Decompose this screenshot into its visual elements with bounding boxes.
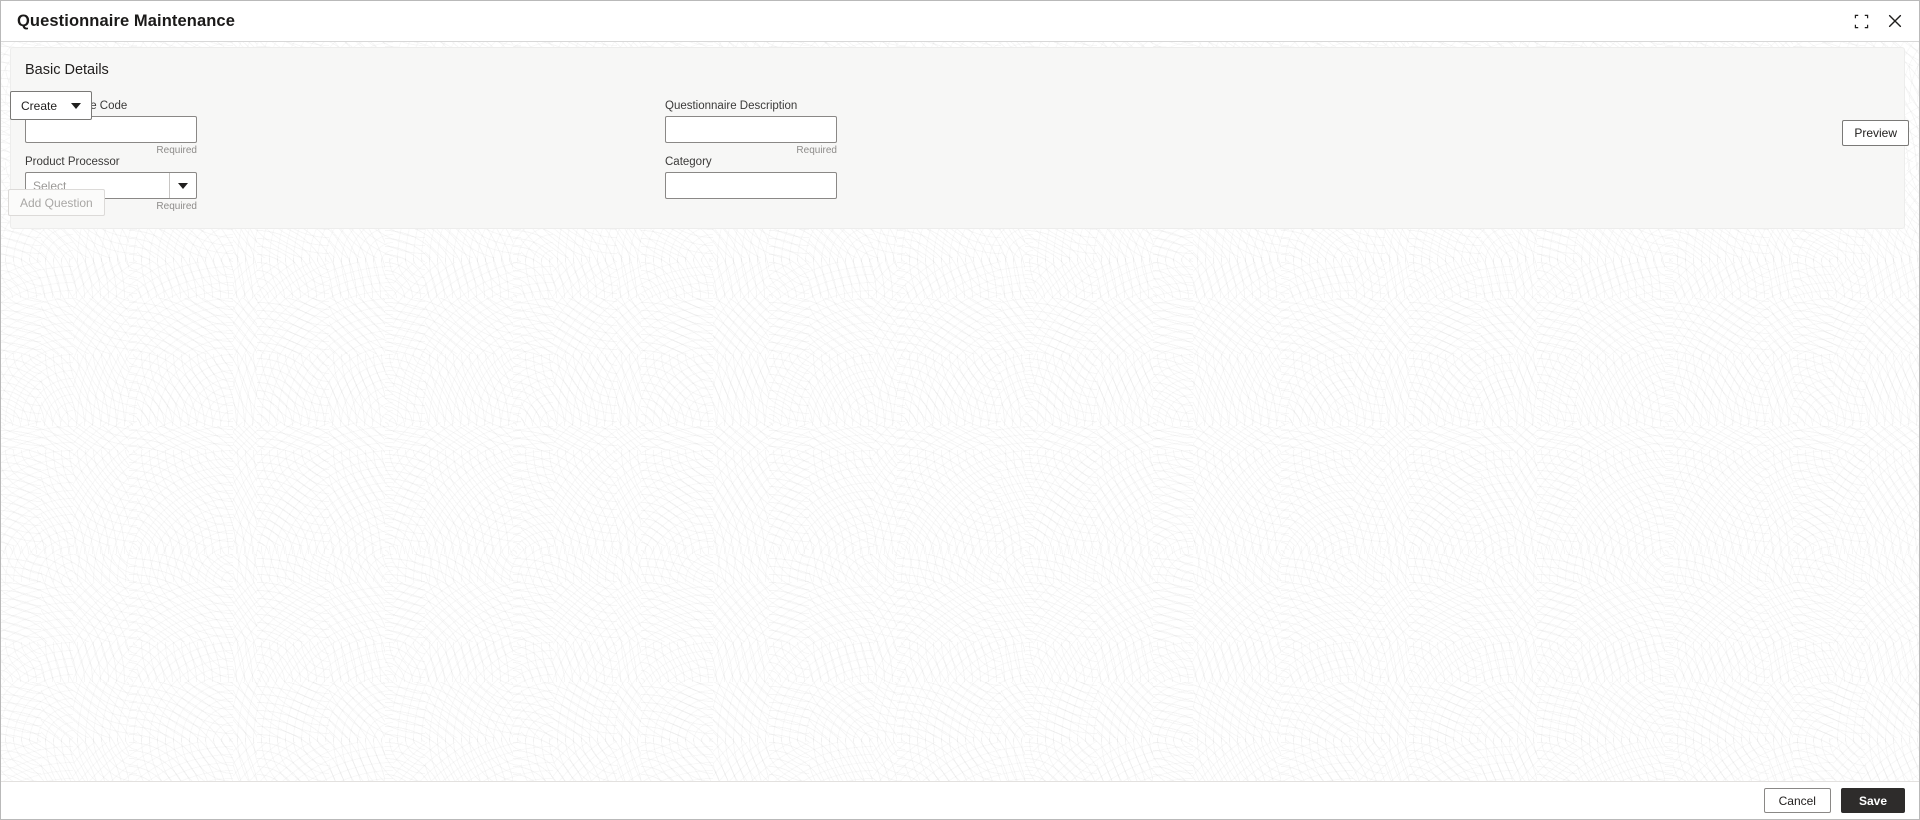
category-field-group: Category [665, 156, 837, 199]
cancel-button-label: Cancel [1778, 793, 1816, 808]
save-button-label: Save [1858, 793, 1887, 808]
collapse-inward-icon[interactable] [1851, 11, 1871, 31]
questionnaire-code-helper: Required [156, 145, 197, 156]
content-area: Basic Details Questionnaire Code Require… [1, 42, 1919, 781]
preview-button-label: Preview [1854, 126, 1897, 140]
page-title: Questionnaire Maintenance [17, 11, 235, 30]
questionnaire-description-helper: Required [796, 145, 837, 156]
category-input[interactable] [665, 172, 837, 199]
basic-details-panel: Basic Details Questionnaire Code Require… [10, 47, 1905, 229]
create-button[interactable]: Create [10, 91, 93, 120]
add-question-button[interactable]: Add Question [8, 189, 105, 216]
questionnaire-code-input[interactable] [25, 116, 197, 143]
cancel-button[interactable]: Cancel [1763, 788, 1831, 813]
window-actions [1851, 11, 1905, 31]
close-icon[interactable] [1885, 11, 1905, 31]
close-glyph [1888, 14, 1902, 28]
questionnaire-description-field-group: Questionnaire Description Required [665, 100, 837, 156]
questionnaire-description-input[interactable] [665, 116, 837, 143]
questionnaire-description-label: Questionnaire Description [665, 100, 798, 112]
category-label: Category [665, 156, 712, 168]
save-button[interactable]: Save [1840, 788, 1905, 813]
preview-button[interactable]: Preview [1842, 120, 1909, 146]
questionnaire-maintenance-window: Questionnaire Maintenance Basic Details … [0, 0, 1920, 820]
chevron-down-glyph [178, 182, 188, 189]
collapse-inward-glyph [1854, 14, 1868, 28]
title-bar: Questionnaire Maintenance [1, 1, 1919, 42]
basic-details-heading: Basic Details [25, 62, 109, 78]
add-question-button-label: Add Question [20, 195, 93, 210]
chevron-down-icon[interactable] [169, 173, 196, 198]
create-button-label: Create [21, 98, 58, 113]
chevron-down-icon [71, 102, 82, 109]
product-processor-label: Product Processor [25, 156, 120, 168]
footer-bar: Cancel Save [1, 781, 1919, 819]
